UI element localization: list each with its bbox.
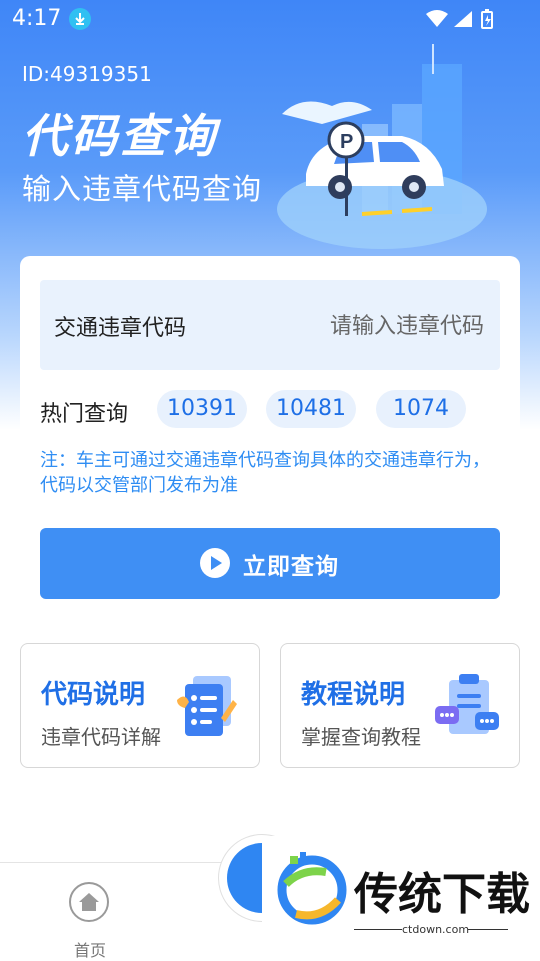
watermark-brand: 传统下载 [354, 869, 530, 920]
download-icon [69, 8, 91, 30]
tutorial-card[interactable]: 教程说明 掌握查询教程 [280, 643, 520, 768]
page-title: 代码查询 [22, 109, 218, 163]
watermark-url: ctdown.com [402, 923, 470, 936]
tutorial-title: 教程说明 [301, 680, 406, 710]
search-card: 交通违章代码 热门查询 10391 10481 1074 注：车主可通过交通违章… [20, 256, 520, 624]
notice-text: 注：车主可通过交通违章代码查询具体的交通违章行为，代码以交管部门发布为准 [40, 450, 490, 496]
code-explanation-subtitle: 违章代码详解 [41, 725, 161, 749]
wifi-icon [426, 10, 448, 27]
code-input[interactable] [292, 302, 486, 350]
hot-code-chip[interactable]: 10391 [157, 390, 247, 428]
watermark: 传统下载 ctdown.com [262, 836, 540, 960]
query-now-button[interactable]: 立即查询 [40, 528, 500, 599]
hot-query-label: 热门查询 [40, 402, 129, 427]
home-icon [69, 882, 109, 922]
code-explanation-card[interactable]: 代码说明 违章代码详解 [20, 643, 260, 768]
status-bar: 4:17 [0, 0, 540, 36]
tutorial-subtitle: 掌握查询教程 [301, 725, 421, 749]
hot-code-chip[interactable]: 10481 [266, 390, 356, 428]
tab-home[interactable]: 首页 [60, 871, 120, 960]
car-parking-illustration: P [277, 44, 487, 249]
code-explanation-title: 代码说明 [41, 680, 146, 710]
hot-code-chip[interactable]: 1074 [376, 390, 466, 428]
tab-home-label: 首页 [73, 941, 106, 960]
watermark-logo [277, 852, 347, 925]
play-icon [200, 548, 230, 578]
user-id: ID:49319351 [22, 62, 152, 86]
watermark-divider [354, 929, 402, 930]
parking-sign-letter: P [340, 131, 353, 153]
page-subtitle: 输入违章代码查询 [22, 172, 263, 206]
query-now-label: 立即查询 [243, 553, 339, 579]
document-pen-icon [177, 676, 237, 736]
status-icons [424, 8, 500, 34]
signal-icon [454, 11, 472, 27]
status-time: 4:17 [12, 6, 62, 31]
battery-icon [481, 9, 493, 29]
clipboard-chat-icon [435, 674, 499, 734]
code-input-row: 交通违章代码 [40, 280, 500, 370]
watermark-divider [468, 929, 508, 930]
code-input-label: 交通违章代码 [54, 316, 187, 341]
